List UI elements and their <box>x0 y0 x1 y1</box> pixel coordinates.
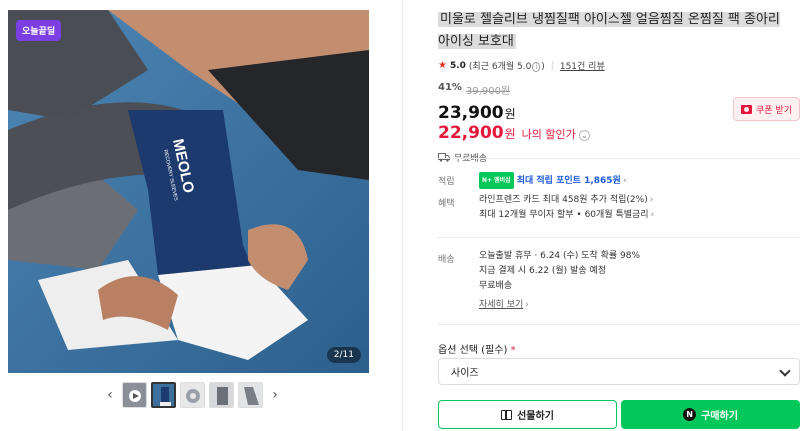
column-divider <box>402 0 403 431</box>
divider <box>438 324 800 325</box>
gift-button-label: 선물하기 <box>517 411 554 422</box>
delivery-details-link[interactable]: 자세히 보기 › <box>479 298 640 313</box>
discount-row: 41% 39,900원 <box>438 82 800 97</box>
chevron-down-icon <box>779 365 791 377</box>
delivery-values: 오늘출발 휴무 · 6.24 (수) 도착 확률 98% 지금 결제 시 6.2… <box>479 249 640 313</box>
coupon-button[interactable]: 쿠폰 받기 <box>733 97 800 121</box>
product-gallery: MEOLO RECOVERY SLEEVES 오늘끝딜 2/11 ‹ › <box>0 0 400 431</box>
coupon-icon <box>741 104 752 114</box>
size-select[interactable]: 사이즈 <box>438 358 800 385</box>
today-deal-badge: 오늘끝딜 <box>16 20 62 41</box>
buy-button[interactable]: N 구매하기 <box>621 400 800 429</box>
naver-n-icon: N <box>683 408 697 421</box>
thumbnail-1[interactable] <box>122 382 147 408</box>
benefit-values: 라인프렌즈 카드 최대 458원 추가 적립(2%) › 최대 12개월 무이자 … <box>479 193 654 223</box>
chevron-right-icon: › <box>650 210 655 220</box>
rating-row: ★ 5.0 (최근 6개월 5.0 i) | 151건 리뷰 <box>438 59 605 72</box>
thumbnail-4[interactable] <box>209 382 234 408</box>
original-price: 39,900원 <box>465 86 511 97</box>
divider <box>438 158 800 159</box>
coupon-button-label: 쿠폰 받기 <box>756 105 792 116</box>
delivery-line-2: 지금 결제 시 6.22 (월) 발송 예정 <box>479 266 607 276</box>
size-select-value: 사이즈 <box>451 368 479 379</box>
chevron-right-icon: › <box>649 195 654 205</box>
rating-score: 5.0 <box>449 60 466 71</box>
required-mark: * <box>510 345 516 356</box>
my-price-row: 22,900 원 나의 할인가 ⌄ <box>438 123 800 143</box>
points-value-row[interactable]: N+ 멤버십 최대 적립 포인트 1,865원 › <box>479 172 626 189</box>
discount-rate: 41% <box>438 82 462 93</box>
product-title: 미울로 젤슬리브 냉찜질팩 아이스젤 얼음찜질 온찜질 팩 종아리 아이싱 보호… <box>438 12 780 49</box>
review-count-link[interactable]: 151건 리뷰 <box>560 59 605 72</box>
chevron-down-icon[interactable]: ⌄ <box>578 130 590 141</box>
info-icon: i <box>532 62 541 72</box>
buy-button-label: 구매하기 <box>701 411 738 422</box>
my-price-label[interactable]: 나의 할인가 <box>522 126 576 142</box>
gift-button[interactable]: 선물하기 <box>438 400 617 429</box>
benefit-line-1[interactable]: 라인프렌즈 카드 최대 458원 추가 적립(2%) › <box>479 193 654 208</box>
npay-membership-badge: N+ 멤버십 <box>479 172 514 189</box>
delivery-line-1: 오늘출발 휴무 · 6.24 (수) 도착 확률 98% <box>479 251 641 261</box>
my-discount-price: 22,900 <box>438 123 504 143</box>
chevron-right-icon: › <box>622 176 627 186</box>
product-photo-illustration: MEOLO RECOVERY SLEEVES <box>8 10 369 373</box>
thumbnail-3[interactable] <box>180 382 205 408</box>
sale-price: 23,900 <box>438 103 504 123</box>
delivery-line-3: 무료배송 <box>479 281 513 291</box>
star-icon: ★ <box>438 60 447 71</box>
benefit-line-2[interactable]: 최대 12개월 무이자 할부 • 60개월 특별금리 › <box>479 208 654 223</box>
product-info: 미울로 젤슬리브 냉찜질팩 아이스젤 얼음찜질 온찜질 팩 종아리 아이싱 보호… <box>438 8 800 164</box>
chevron-right-icon: › <box>525 300 529 310</box>
delivery-label: 배송 <box>438 255 455 265</box>
option-label: 옵션 선택 (필수) * <box>438 345 516 356</box>
image-page-counter: 2/11 <box>326 347 361 363</box>
gift-icon <box>501 409 513 420</box>
main-product-image[interactable]: MEOLO RECOVERY SLEEVES 오늘끝딜 2/11 <box>8 10 369 373</box>
thumbnail-2[interactable] <box>151 382 176 408</box>
benefit-label: 혜택 <box>438 199 455 209</box>
thumb-prev-button[interactable]: ‹ <box>102 381 118 409</box>
thumbnail-5[interactable] <box>238 382 263 408</box>
rating-note: (최근 6개월 5.0 i) <box>468 62 545 72</box>
thumb-next-button[interactable]: › <box>267 381 283 409</box>
divider <box>438 237 800 238</box>
my-price-unit: 원 <box>504 127 516 141</box>
product-page: MEOLO RECOVERY SLEEVES 오늘끝딜 2/11 ‹ › 미울로… <box>0 0 800 431</box>
thumbnail-strip: ‹ › <box>102 381 283 409</box>
sale-price-unit: 원 <box>504 107 516 121</box>
points-label: 적립 <box>438 177 455 187</box>
points-value: 최대 적립 포인트 1,865원 <box>516 176 621 186</box>
